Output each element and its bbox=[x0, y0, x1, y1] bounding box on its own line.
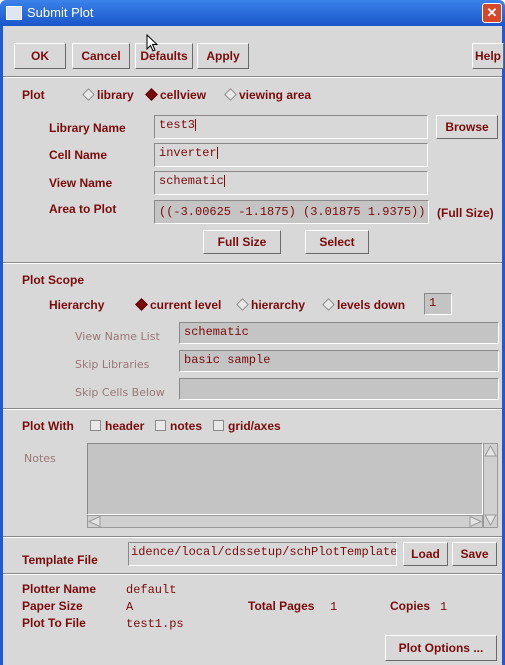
separator bbox=[3, 536, 502, 538]
full-size-note: (Full Size) bbox=[437, 206, 494, 220]
radio-off-icon bbox=[224, 88, 237, 102]
radio-off-icon bbox=[236, 298, 249, 312]
radio-levels-down[interactable]: levels down bbox=[322, 298, 405, 312]
view-name-field[interactable]: schematic bbox=[154, 171, 428, 195]
separator bbox=[3, 573, 502, 575]
plotter-name-label: Plotter Name bbox=[22, 582, 97, 596]
view-name-list-field: schematic bbox=[179, 322, 499, 344]
close-button[interactable]: ✕ bbox=[482, 3, 502, 23]
plot-to-file-value: test1.ps bbox=[126, 617, 184, 631]
title-bar: Submit Plot ✕ bbox=[0, 0, 505, 26]
help-button[interactable]: Help bbox=[472, 43, 504, 69]
template-file-field[interactable]: idence/local/cdssetup/schPlotTemplate bbox=[128, 542, 397, 566]
scroll-left-icon bbox=[88, 516, 101, 527]
library-name-field[interactable]: test3 bbox=[154, 115, 428, 139]
view-name-label: View Name bbox=[49, 176, 113, 190]
radio-cellview[interactable]: cellview bbox=[145, 88, 206, 102]
notes-horizontal-scrollbar bbox=[87, 515, 483, 528]
separator bbox=[3, 76, 502, 78]
radio-current-level[interactable]: current level bbox=[135, 298, 221, 312]
checkbox-notes[interactable]: notes bbox=[155, 419, 202, 433]
defaults-button[interactable]: Defaults bbox=[135, 43, 193, 69]
apply-button[interactable]: Apply bbox=[197, 43, 249, 69]
notes-textarea bbox=[87, 443, 483, 515]
paper-size-value: A bbox=[126, 600, 134, 614]
skip-libraries-label: Skip Libraries bbox=[75, 358, 150, 371]
hierarchy-label: Hierarchy bbox=[49, 298, 105, 312]
checkbox-header[interactable]: header bbox=[90, 419, 144, 433]
notes-label: Notes bbox=[24, 452, 56, 465]
scroll-right-icon bbox=[469, 516, 482, 527]
scroll-up-icon bbox=[484, 444, 497, 457]
radio-hierarchy[interactable]: hierarchy bbox=[236, 298, 305, 312]
total-pages-label: Total Pages bbox=[248, 599, 315, 613]
library-name-label: Library Name bbox=[49, 121, 126, 135]
plot-options-button[interactable]: Plot Options ... bbox=[385, 635, 497, 661]
radio-on-icon bbox=[145, 88, 158, 102]
browse-button[interactable]: Browse bbox=[436, 115, 498, 139]
app-icon bbox=[6, 6, 22, 20]
cancel-button[interactable]: Cancel bbox=[72, 43, 130, 69]
plotter-name-value: default bbox=[126, 583, 177, 597]
radio-viewing-area[interactable]: viewing area bbox=[224, 88, 311, 102]
full-size-button[interactable]: Full Size bbox=[203, 230, 281, 254]
separator bbox=[3, 262, 502, 264]
plot-scope-label: Plot Scope bbox=[22, 273, 85, 287]
checkbox-icon bbox=[155, 420, 166, 432]
skip-cells-field bbox=[179, 378, 499, 400]
checkbox-icon bbox=[213, 420, 224, 432]
scroll-down-icon bbox=[484, 514, 497, 527]
select-button[interactable]: Select bbox=[305, 230, 369, 254]
notes-vertical-scrollbar bbox=[483, 443, 498, 528]
radio-library[interactable]: library bbox=[82, 88, 134, 102]
paper-size-label: Paper Size bbox=[22, 599, 83, 613]
cell-name-field[interactable]: inverter bbox=[154, 143, 428, 167]
mouse-pointer-icon bbox=[146, 34, 158, 52]
skip-libraries-field: basic sample bbox=[179, 350, 499, 372]
radio-off-icon bbox=[322, 298, 335, 312]
copies-value: 1 bbox=[440, 600, 448, 614]
plot-label: Plot bbox=[22, 88, 45, 102]
ok-button[interactable]: OK bbox=[14, 43, 66, 69]
levels-down-field[interactable]: 1 bbox=[424, 293, 452, 315]
checkbox-icon bbox=[90, 420, 101, 432]
radio-off-icon bbox=[82, 88, 95, 102]
skip-cells-label: Skip Cells Below bbox=[75, 386, 165, 399]
checkbox-grid-axes[interactable]: grid/axes bbox=[213, 419, 281, 433]
save-button[interactable]: Save bbox=[452, 542, 497, 566]
plot-with-label: Plot With bbox=[22, 419, 74, 433]
template-file-label: Template File bbox=[22, 553, 98, 567]
radio-on-icon bbox=[135, 298, 148, 312]
copies-label: Copies bbox=[390, 599, 431, 613]
view-name-list-label: View Name List bbox=[75, 330, 160, 343]
plot-to-file-label: Plot To File bbox=[22, 616, 86, 630]
load-button[interactable]: Load bbox=[403, 542, 448, 566]
area-to-plot-field: ((-3.00625 -1.1875) (3.01875 1.9375)) bbox=[154, 200, 429, 224]
total-pages-value: 1 bbox=[330, 600, 338, 614]
cell-name-label: Cell Name bbox=[49, 148, 108, 162]
area-to-plot-label: Area to Plot bbox=[49, 202, 117, 216]
window-title: Submit Plot bbox=[27, 5, 94, 20]
separator bbox=[3, 408, 502, 410]
